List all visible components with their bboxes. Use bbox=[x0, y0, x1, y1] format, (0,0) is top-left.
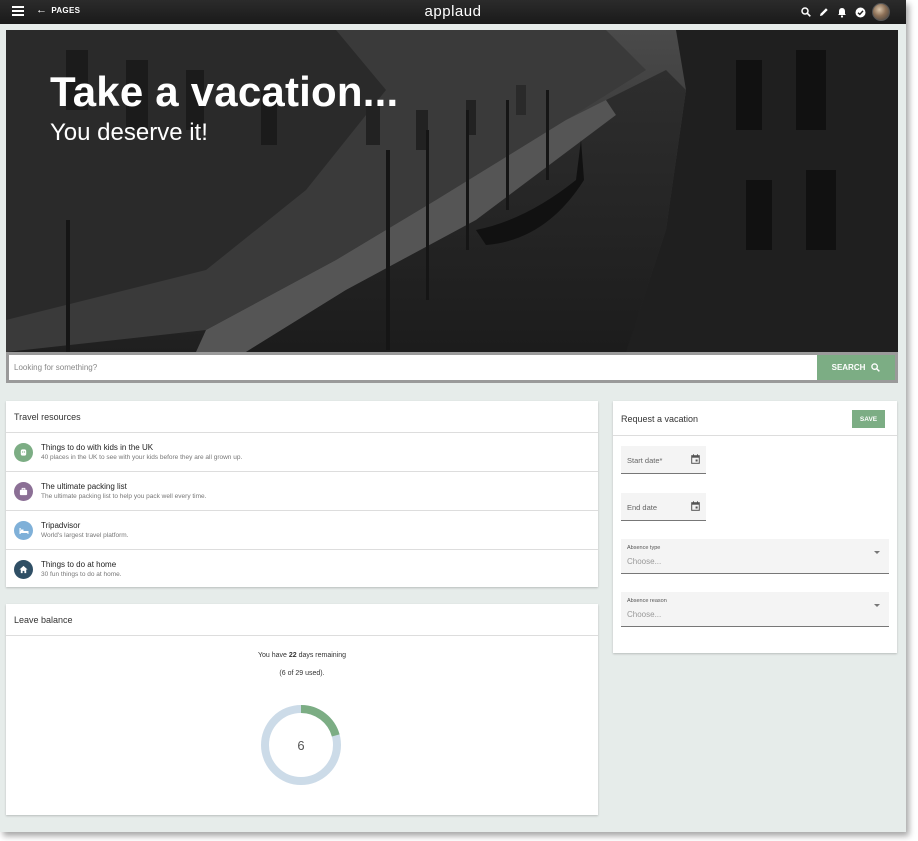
absence-reason-select[interactable]: Absence reason Choose... bbox=[621, 592, 889, 627]
child-icon bbox=[14, 443, 33, 462]
chevron-down-icon bbox=[874, 604, 880, 607]
resource-description: World's largest travel platform. bbox=[41, 532, 129, 539]
calendar-icon[interactable] bbox=[691, 501, 700, 511]
search-icon bbox=[871, 363, 881, 372]
notifications-bell-icon[interactable] bbox=[836, 6, 848, 18]
resource-name: Tripadvisor bbox=[41, 521, 81, 530]
leave-balance-title: Leave balance bbox=[6, 604, 598, 636]
ring-value: 6 bbox=[297, 737, 305, 753]
resource-list: Things to do with kids in the UK 40 plac… bbox=[6, 433, 598, 589]
absence-type-select[interactable]: Absence type Choose... bbox=[621, 539, 889, 574]
search-button[interactable]: SEARCH bbox=[817, 355, 895, 380]
list-item[interactable]: Tripadvisor World's largest travel platf… bbox=[6, 511, 598, 550]
home-icon bbox=[14, 560, 33, 579]
brand-logo: applaud bbox=[424, 3, 482, 20]
days-remaining-suffix: days remaining bbox=[296, 652, 347, 659]
end-date-label: End date bbox=[627, 503, 658, 512]
search-button-label: SEARCH bbox=[831, 363, 866, 372]
app-frame: ← PAGES applaud Take a vacation... You d… bbox=[0, 0, 906, 832]
request-vacation-card: Request a vacation SAVE Start date* End … bbox=[613, 401, 897, 653]
days-used-text: (6 of 29 used). bbox=[279, 670, 325, 677]
top-bar: ← PAGES applaud bbox=[0, 0, 906, 24]
resource-name: Things to do with kids in the UK bbox=[41, 443, 154, 452]
resource-name: The ultimate packing list bbox=[41, 482, 127, 491]
start-date-label: Start date* bbox=[627, 456, 663, 465]
absence-reason-value: Choose... bbox=[627, 610, 662, 619]
list-item[interactable]: The ultimate packing list The ultimate p… bbox=[6, 472, 598, 511]
travel-resources-card: Travel resources Things to do with kids … bbox=[6, 401, 598, 587]
hero-subtitle: You deserve it! bbox=[50, 119, 208, 146]
hero-banner: Take a vacation... You deserve it! bbox=[6, 30, 898, 352]
toolbar-actions bbox=[800, 3, 890, 21]
days-remaining-text: You have 22 days remaining bbox=[6, 652, 598, 659]
bed-icon bbox=[14, 521, 33, 540]
leave-balance-card: Leave balance You have 22 days remaining… bbox=[6, 604, 598, 815]
resource-description: 30 fun things to do at home. bbox=[41, 571, 122, 578]
hero-title: Take a vacation... bbox=[50, 68, 399, 115]
absence-type-value: Choose... bbox=[627, 557, 662, 566]
absence-type-label: Absence type bbox=[627, 545, 661, 551]
resource-name: Things to do at home bbox=[41, 560, 117, 569]
calendar-icon[interactable] bbox=[691, 454, 700, 464]
tasks-check-icon[interactable] bbox=[854, 6, 866, 18]
search-input[interactable] bbox=[9, 355, 817, 380]
end-date-field[interactable]: End date bbox=[621, 493, 706, 521]
suitcase-icon bbox=[14, 482, 33, 501]
user-avatar[interactable] bbox=[872, 3, 890, 21]
chevron-down-icon bbox=[874, 551, 880, 554]
search-icon[interactable] bbox=[800, 6, 812, 18]
list-item[interactable]: Things to do at home 30 fun things to do… bbox=[6, 550, 598, 589]
resource-description: 40 places in the UK to see with your kid… bbox=[41, 454, 243, 461]
travel-resources-title: Travel resources bbox=[6, 401, 598, 433]
list-item[interactable]: Things to do with kids in the UK 40 plac… bbox=[6, 433, 598, 472]
start-date-field[interactable]: Start date* bbox=[621, 446, 706, 474]
absence-reason-label: Absence reason bbox=[627, 598, 667, 604]
days-remaining-count: 22 bbox=[288, 652, 297, 659]
days-remaining-prefix: You have bbox=[257, 652, 289, 659]
save-button[interactable]: SAVE bbox=[852, 410, 885, 428]
search-bar: SEARCH bbox=[6, 352, 898, 383]
edit-pencil-icon[interactable] bbox=[818, 6, 830, 18]
resource-description: The ultimate packing list to help you pa… bbox=[41, 493, 207, 500]
